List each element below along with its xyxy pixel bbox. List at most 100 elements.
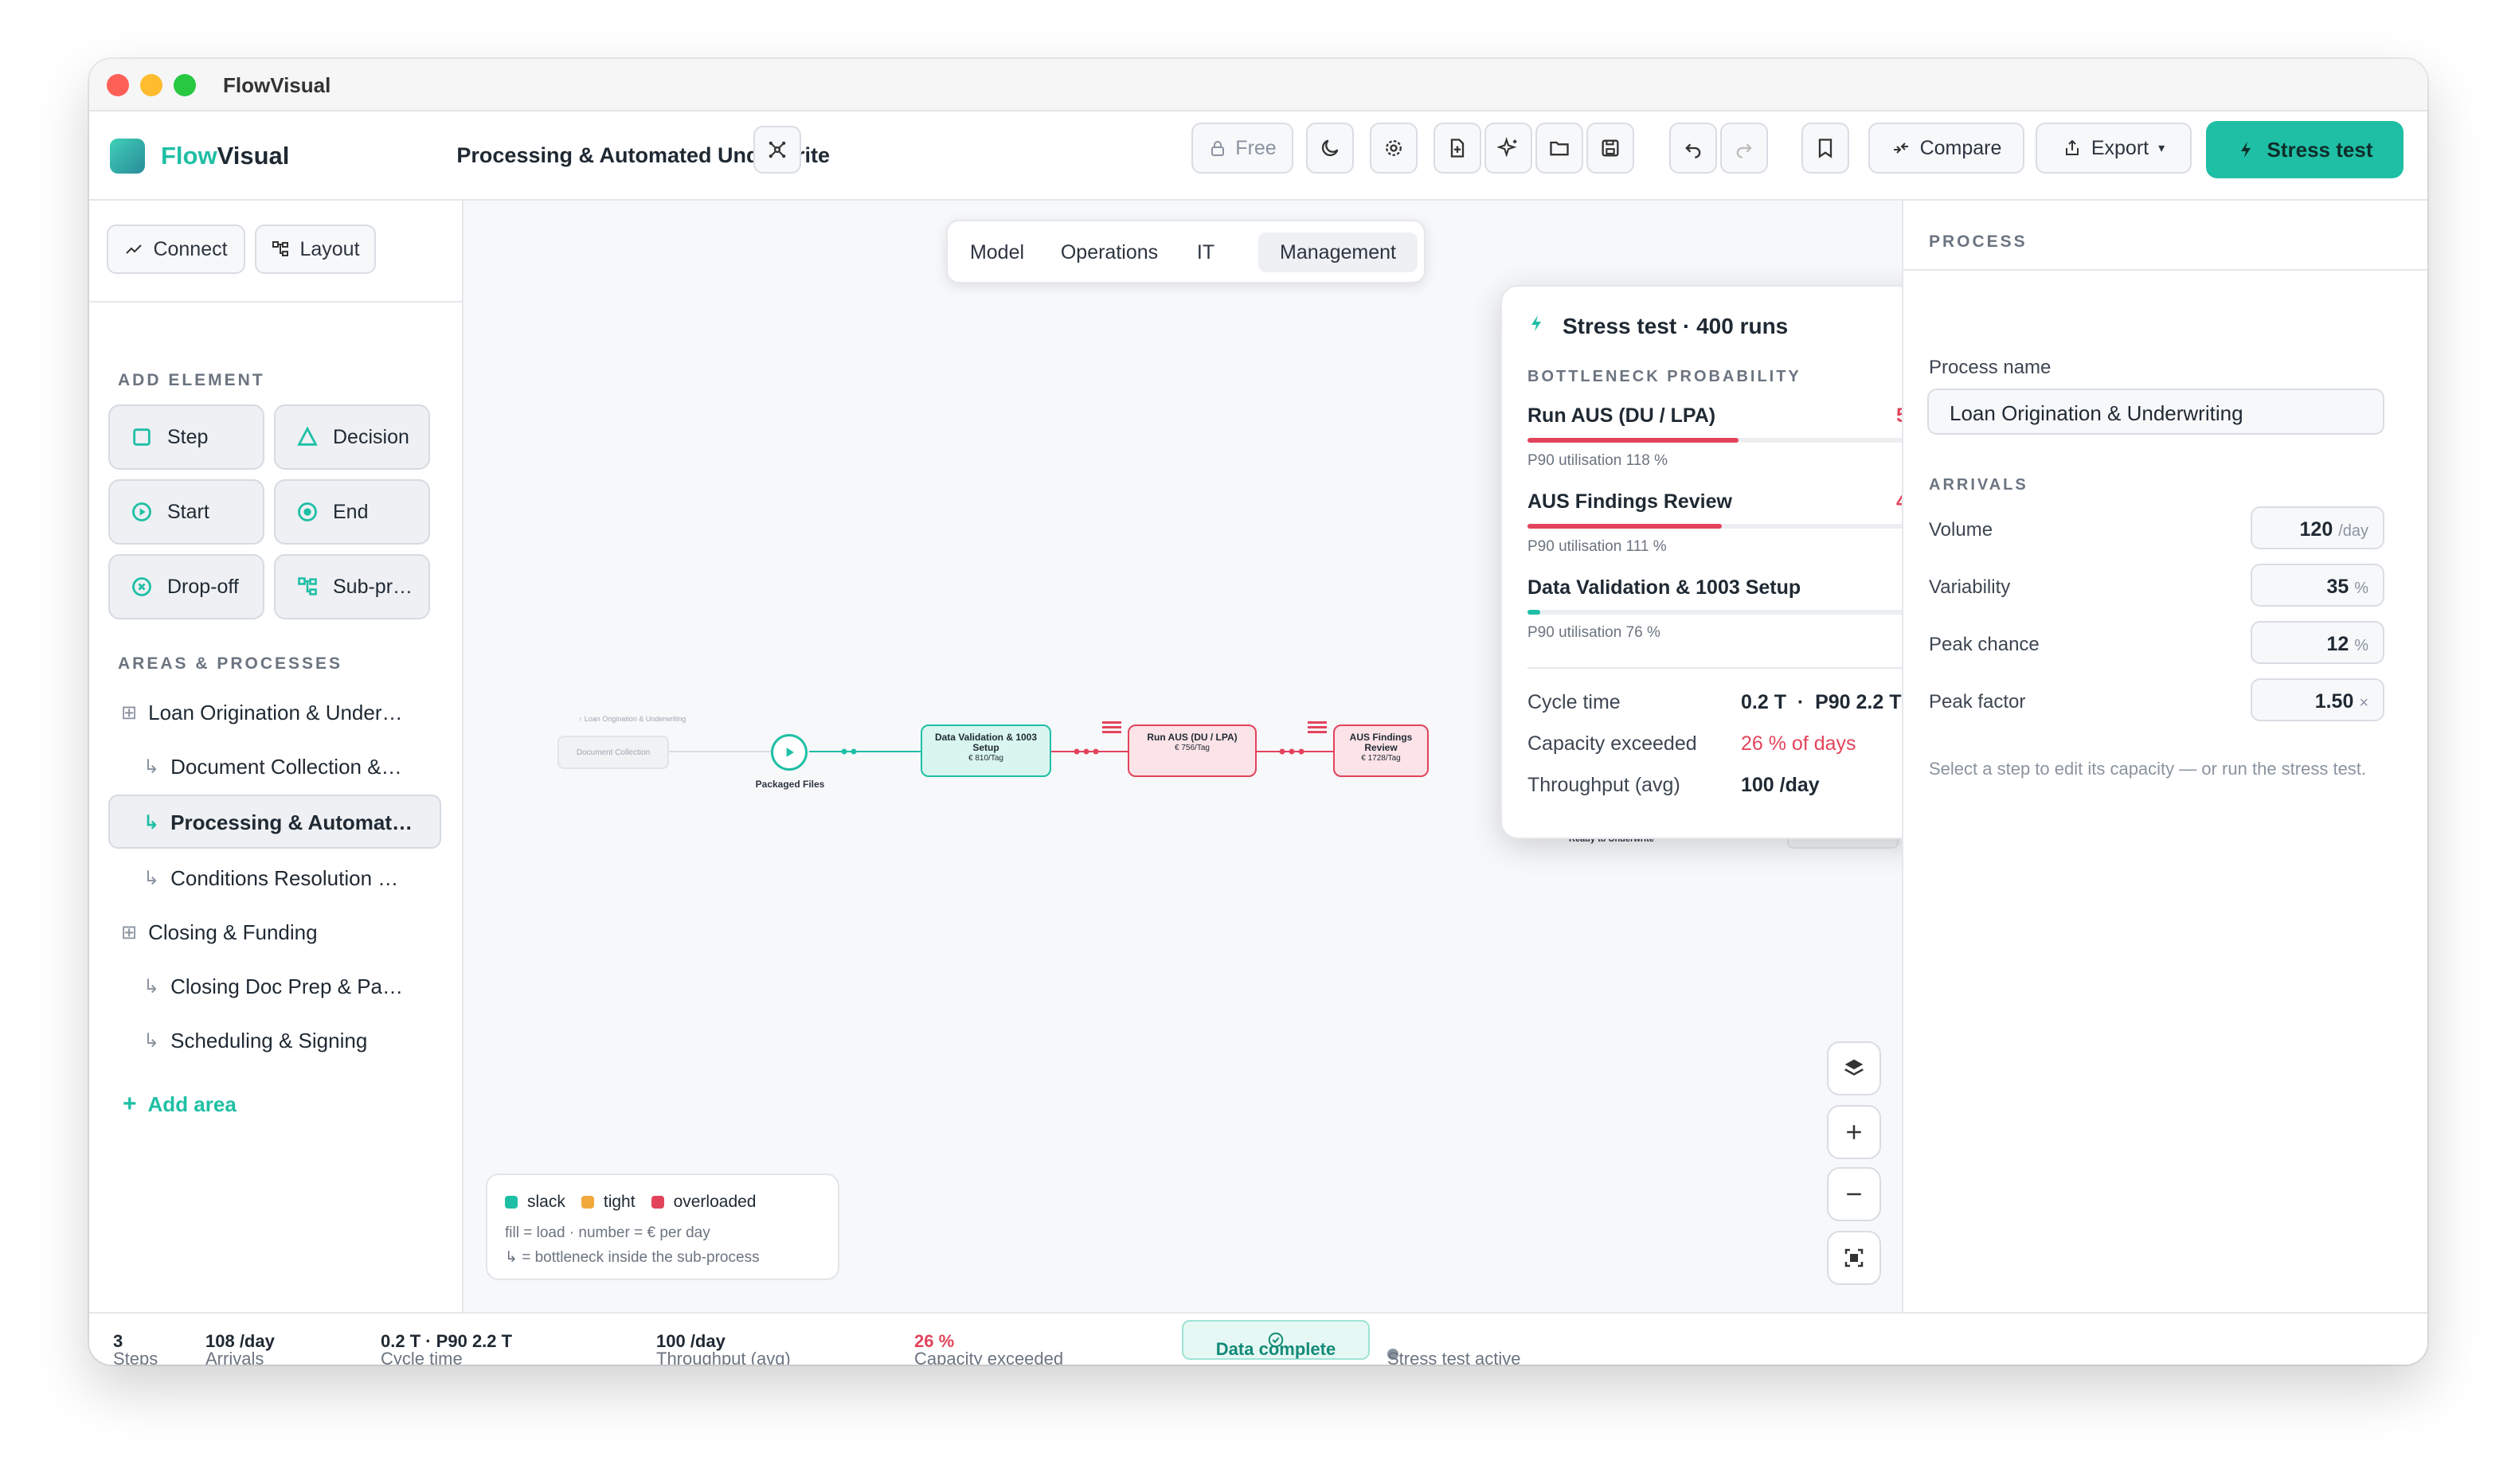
tree-item-document-collection[interactable]: ↳ Document Collection &… (143, 755, 402, 779)
arrivals-label: Arrivals (205, 1349, 264, 1365)
add-area-button[interactable]: + Add area (123, 1091, 237, 1118)
new-document-button[interactable] (1434, 123, 1481, 174)
capacity-status-label: Capacity exceeded (914, 1349, 1064, 1365)
zoom-in-button[interactable] (1827, 1105, 1881, 1159)
process-name-input[interactable]: Loan Origination & Underwriting (1927, 389, 2384, 435)
add-step-button[interactable]: Step (108, 404, 264, 470)
add-start-button[interactable]: Start (108, 479, 264, 545)
add-end-button[interactable]: End (274, 479, 430, 545)
start-node-label: Packaged Files (755, 779, 825, 790)
brand-name: FlowVisual (161, 142, 289, 170)
bottleneck-item-util: P90 utilisation 118 % (1527, 452, 1668, 469)
save-button[interactable] (1586, 123, 1634, 174)
bookmark-button[interactable] (1801, 123, 1849, 174)
node-run-aus[interactable]: Run AUS (DU / LPA) € 756/Tag (1128, 724, 1257, 777)
close-window-button[interactable] (107, 74, 129, 96)
zoom-out-button[interactable] (1827, 1167, 1881, 1221)
fit-view-button[interactable] (1827, 1231, 1881, 1285)
export-button[interactable]: Export ▾ (2036, 123, 2192, 174)
undo-button[interactable] (1669, 123, 1717, 174)
volume-value: 120 (2299, 518, 2333, 541)
settings-button[interactable] (1370, 123, 1418, 174)
add-dropoff-button[interactable]: Drop-off (108, 554, 264, 619)
save-icon (1602, 139, 1619, 157)
throughput-value: 100 /day (1741, 774, 1820, 796)
square-icon (133, 428, 151, 446)
connect-button[interactable]: Connect (107, 225, 245, 274)
layers-button[interactable] (1827, 1041, 1881, 1095)
add-element-heading: ADD ELEMENT (118, 371, 265, 389)
plus-icon: + (123, 1091, 137, 1117)
node-aus-findings-review[interactable]: AUS Findings Review € 1728/Tag (1333, 724, 1429, 777)
compare-icon (1893, 143, 1908, 154)
throughput-status-label: Throughput (avg) (656, 1349, 791, 1365)
stress-test-button[interactable]: Stress test (2206, 121, 2404, 178)
brand-visual: Visual (217, 142, 290, 170)
ai-assist-button[interactable] (1484, 123, 1532, 174)
redo-button[interactable] (1720, 123, 1768, 174)
peak-chance-unit: % (2354, 637, 2368, 654)
peak-factor-value: 1.50 (2314, 690, 2354, 713)
tight-swatch (581, 1196, 594, 1209)
start-node[interactable] (771, 734, 808, 771)
gear-icon (1386, 140, 1402, 156)
play-circle-icon (132, 502, 151, 521)
fit-screen-icon (1844, 1248, 1864, 1267)
tree-item-scheduling-signing[interactable]: ↳ Scheduling & Signing (143, 1029, 367, 1053)
layout-button[interactable]: Layout (255, 225, 376, 274)
bottleneck-item-name: Run AUS (DU / LPA) (1527, 404, 1716, 427)
add-step-label: Step (167, 425, 209, 448)
add-start-label: Start (167, 500, 209, 523)
variability-input[interactable]: 35 % (2251, 564, 2384, 607)
bookmark-plus-icon (1818, 139, 1832, 158)
add-subprocess-button[interactable]: Sub-pr… (274, 554, 430, 619)
return-arrow-icon: ↳ (143, 868, 160, 889)
bottleneck-bar (1527, 524, 1942, 529)
peak-chance-input[interactable]: 12 % (2251, 621, 2384, 664)
tree-item-loan-origination[interactable]: ⊞ Loan Origination & Under… (121, 701, 403, 725)
legend-keys: slack tight overloaded (505, 1193, 756, 1212)
zoom-window-button[interactable] (174, 74, 196, 96)
capacity-exceeded-label: Capacity exceeded (1527, 732, 1697, 755)
tree-item-conditions-resolution[interactable]: ↳ Conditions Resolution … (143, 866, 398, 891)
add-end-label: End (333, 500, 369, 523)
process-name-value: Loan Origination & Underwriting (1950, 401, 2243, 425)
add-decision-button[interactable]: Decision (274, 404, 430, 470)
legend-tight: tight (603, 1193, 636, 1211)
window-title: FlowVisual (223, 73, 331, 97)
process-name-label: Process name (1929, 357, 2052, 378)
tree-item-closing-doc-prep[interactable]: ↳ Closing Doc Prep & Pa… (143, 974, 403, 999)
queue-icon (1102, 721, 1121, 733)
tree-item-processing[interactable]: ↳ Processing & Automat… (143, 810, 413, 835)
queue-icon (1308, 721, 1327, 733)
minimize-window-button[interactable] (140, 74, 162, 96)
plan-free-button[interactable]: Free (1191, 123, 1293, 174)
panel-heading: PROCESS (1929, 232, 2028, 251)
return-arrow-icon: ↳ (143, 1030, 160, 1052)
compare-button[interactable]: Compare (1868, 123, 2024, 174)
hierarchy-icon: ⊞ (121, 922, 138, 943)
network-view-button[interactable] (753, 126, 801, 174)
bottleneck-item-name: AUS Findings Review (1527, 490, 1732, 513)
cycle-time-value: 0.2 T · P90 2.2 T (1741, 691, 1902, 713)
dark-mode-button[interactable] (1306, 123, 1354, 174)
bottleneck-item-util: P90 utilisation 76 % (1527, 624, 1660, 641)
volume-input[interactable]: 120 /day (2251, 506, 2384, 549)
node-data-validation[interactable]: Data Validation & 1003 Setup € 810/Tag (921, 724, 1051, 777)
tree-item-closing-funding[interactable]: ⊞ Closing & Funding (121, 920, 318, 945)
legend-slack: slack (527, 1193, 565, 1211)
volume-label: Volume (1929, 519, 1993, 541)
variability-unit: % (2354, 580, 2368, 597)
slack-swatch (505, 1196, 518, 1209)
peak-factor-input[interactable]: 1.50 × (2251, 678, 2384, 721)
variability-value: 35 (2326, 576, 2349, 598)
chevron-down-icon: ▾ (2158, 142, 2165, 155)
subprocess-icon (298, 577, 317, 596)
data-complete-badge[interactable]: Data complete (1182, 1320, 1370, 1360)
add-decision-label: Decision (333, 425, 409, 448)
legend-line-2: ↳ = bottleneck inside the sub-process (505, 1249, 760, 1266)
stress-test-label: Stress test (2267, 137, 2373, 162)
open-folder-button[interactable] (1535, 123, 1583, 174)
panel-hint: Select a step to edit its capacity — or … (1929, 759, 2367, 779)
export-label: Export (2091, 136, 2149, 159)
